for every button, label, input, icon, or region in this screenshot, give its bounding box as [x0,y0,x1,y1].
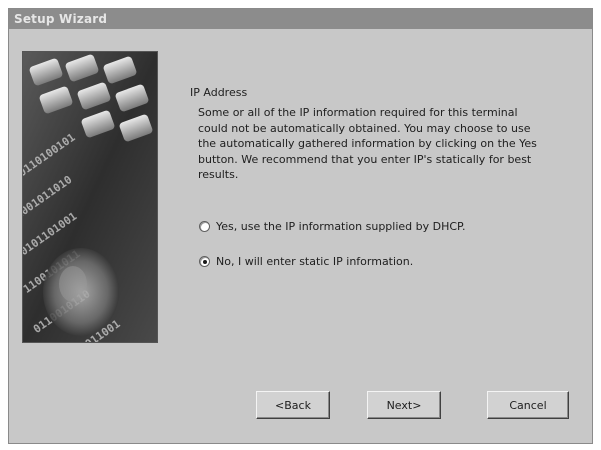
back-button[interactable]: <Back [256,391,330,419]
wizard-content: IP Address Some or all of the IP informa… [190,86,570,183]
radio-button-selected-icon[interactable] [199,256,210,267]
wizard-banner-image: 0110100101 1001011010 0101101001 1100101… [22,51,158,343]
radio-button-icon[interactable] [199,221,210,232]
description-text: Some or all of the IP information requir… [198,106,537,181]
option-use-dhcp[interactable]: Yes, use the IP information supplied by … [199,220,465,233]
setup-wizard-window: Setup Wizard 0110100101 1001011010 01011… [8,8,593,444]
option-static-ip-label: No, I will enter static IP information. [216,255,414,268]
next-button[interactable]: Next> [367,391,441,419]
option-use-dhcp-label: Yes, use the IP information supplied by … [216,220,466,233]
title-bar[interactable]: Setup Wizard [9,9,592,29]
window-title: Setup Wizard [14,12,108,26]
cancel-button[interactable]: Cancel [487,391,569,419]
option-static-ip[interactable]: No, I will enter static IP information. [199,255,413,268]
section-heading: IP Address [190,86,248,99]
